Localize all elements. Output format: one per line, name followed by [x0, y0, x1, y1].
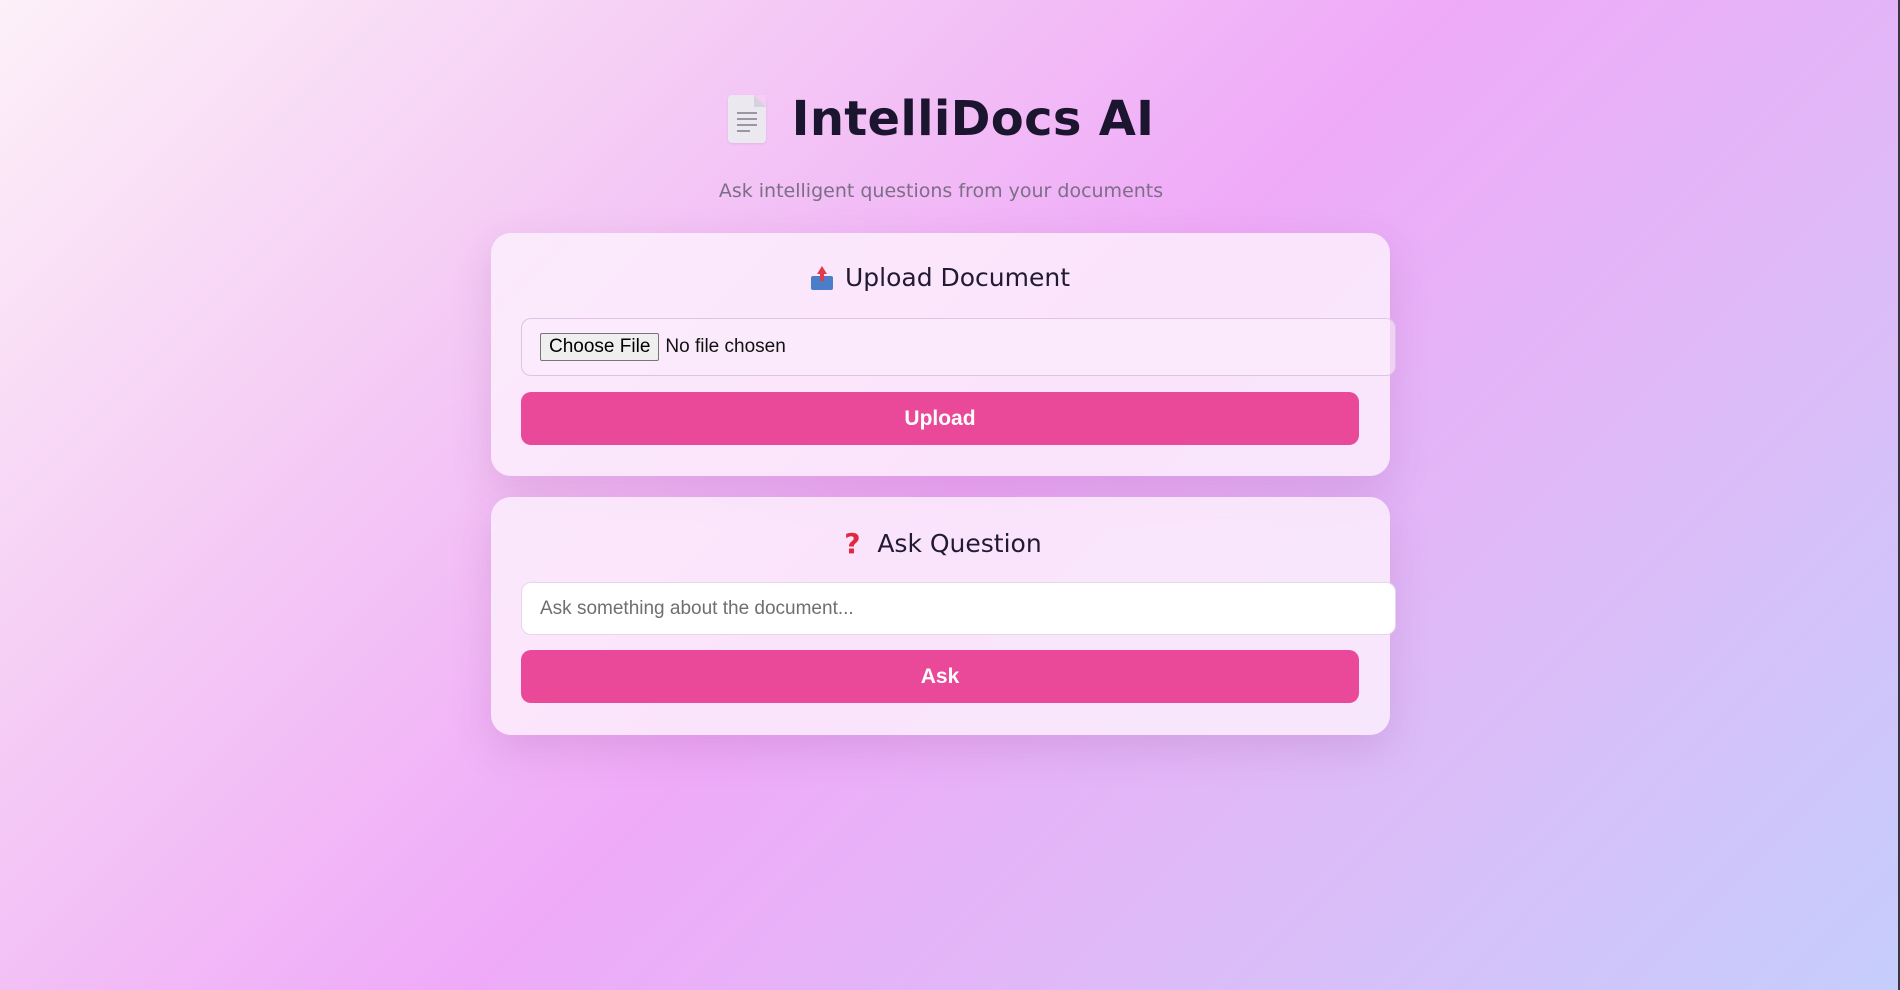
app-root: IntelliDocs AI Ask intelligent questions…	[0, 0, 1882, 990]
ask-heading-label: Ask Question	[877, 529, 1042, 558]
ask-button[interactable]: Ask	[521, 650, 1359, 703]
page-subtitle: Ask intelligent questions from your docu…	[718, 180, 1164, 202]
choose-file-button[interactable]: Choose File	[540, 333, 660, 361]
upload-card-heading: Upload Document	[491, 263, 1390, 292]
ask-card: ? Ask Question Ask	[491, 497, 1396, 735]
question-input[interactable]	[521, 582, 1396, 635]
document-icon	[727, 95, 766, 143]
upload-card: Upload Document Choose File No file chos…	[491, 233, 1396, 476]
ask-card-heading: ? Ask Question	[491, 527, 1390, 560]
page-header: IntelliDocs AI Ask intelligent questions…	[0, 84, 1882, 202]
file-status-text: No file chosen	[665, 336, 786, 357]
title-row: IntelliDocs AI	[0, 84, 1882, 154]
file-input[interactable]: Choose File No file chosen	[521, 318, 1396, 376]
page-title: IntelliDocs AI	[791, 91, 1155, 147]
upload-heading-label: Upload Document	[844, 263, 1071, 292]
question-mark-icon: ?	[844, 527, 861, 560]
upload-button[interactable]: Upload	[521, 392, 1359, 445]
outbox-tray-icon	[810, 265, 833, 290]
